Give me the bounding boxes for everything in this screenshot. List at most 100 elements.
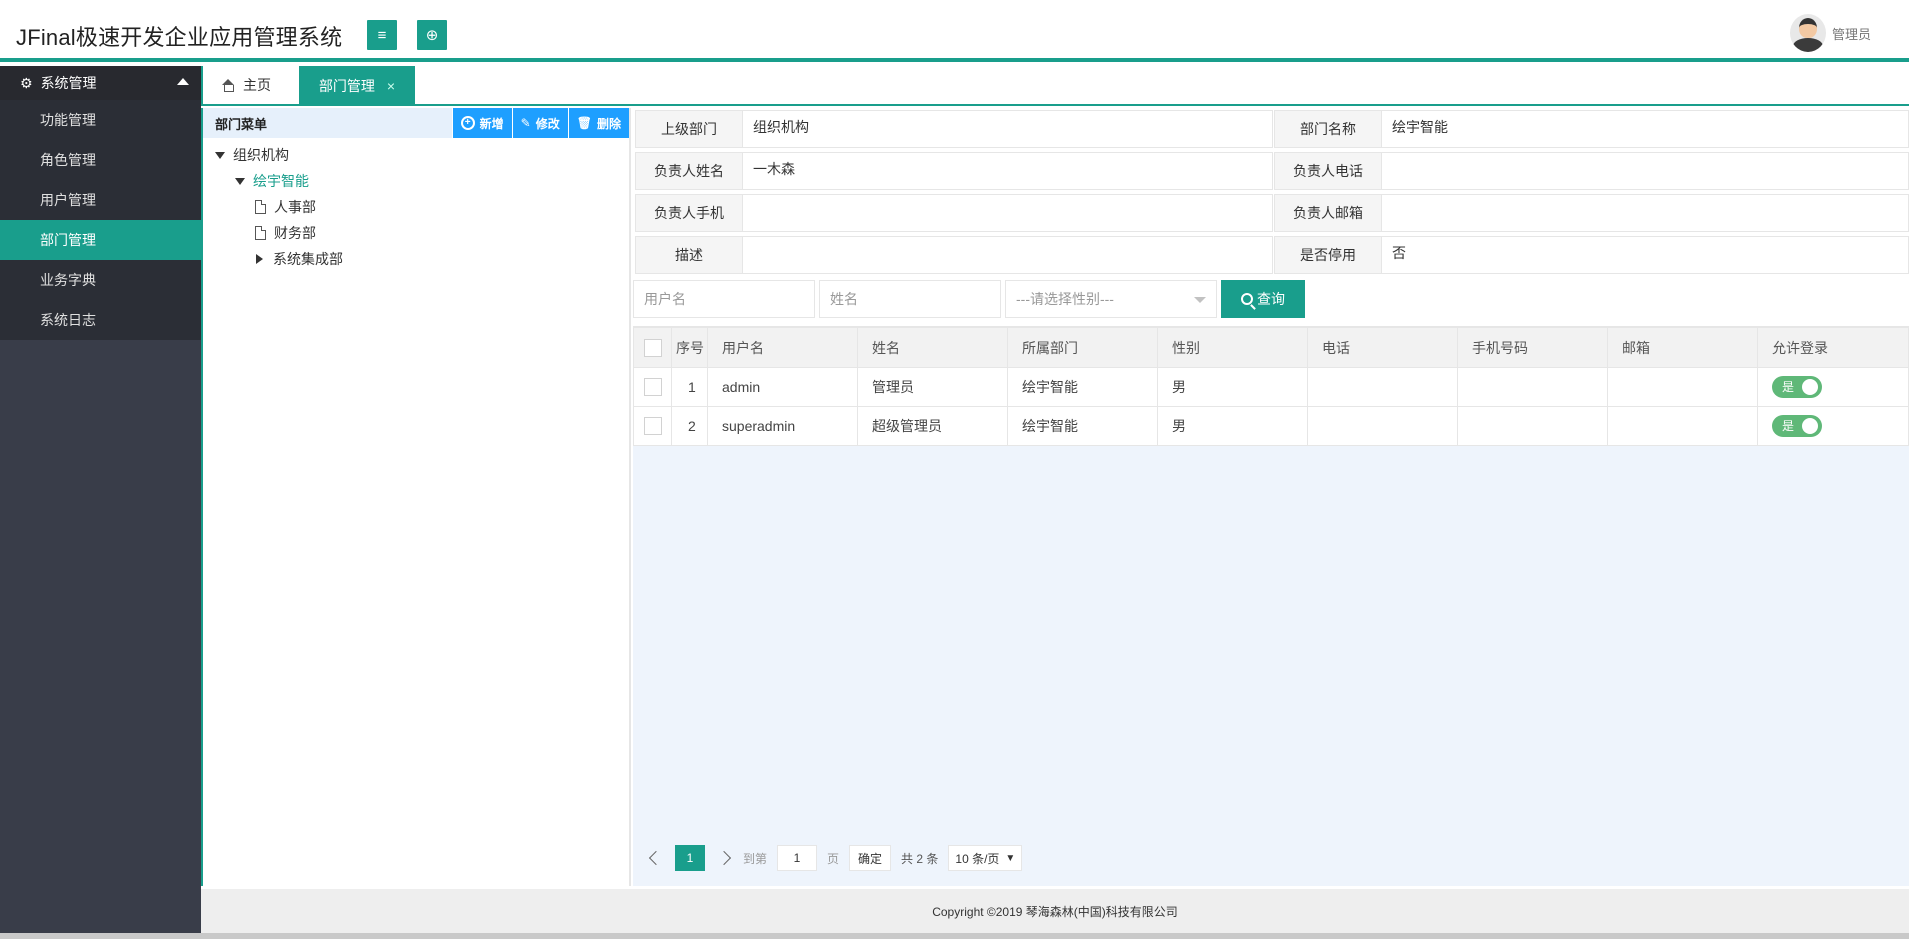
allow-login-toggle[interactable]: 是 bbox=[1772, 376, 1822, 398]
trash-icon: 🗑 bbox=[576, 116, 592, 130]
pencil-icon: ✎ bbox=[520, 116, 531, 130]
dept-name-label: 部门名称 bbox=[1274, 110, 1382, 148]
next-page-icon[interactable] bbox=[716, 850, 732, 866]
tree-toolbar: + 新增 ✎ 修改 🗑 删除 bbox=[451, 108, 629, 138]
user-name: 管理员 bbox=[1831, 26, 1871, 42]
goto-confirm-button[interactable]: 确定 bbox=[849, 845, 892, 871]
form-row: 负责人手机 负责人邮箱 bbox=[633, 192, 1909, 234]
tab-bar: 主页 部门管理 × bbox=[201, 66, 1909, 106]
expanded-caret-icon[interactable] bbox=[215, 151, 225, 159]
cell-index: 2 bbox=[671, 406, 708, 446]
globe-button[interactable]: ⊕ bbox=[417, 20, 447, 50]
table-row[interactable]: 2 superadmin 超级管理员 绘宇智能 男 是 bbox=[633, 406, 1909, 446]
gear-icon: ⚙ bbox=[20, 74, 33, 91]
cell-index: 1 bbox=[671, 367, 708, 407]
row-checkbox-cell bbox=[633, 367, 672, 407]
tab-departments[interactable]: 部门管理 × bbox=[299, 66, 415, 106]
sidebar-list: 功能管理 角色管理 用户管理 部门管理 业务字典 系统日志 bbox=[0, 100, 201, 340]
leader-name-label: 负责人姓名 bbox=[635, 152, 743, 190]
dept-name-field[interactable]: 绘宇智能 bbox=[1381, 110, 1909, 148]
delete-department-button[interactable]: 🗑 删除 bbox=[567, 108, 629, 138]
leader-phone-field[interactable] bbox=[1381, 152, 1909, 190]
avatar bbox=[1789, 14, 1826, 52]
dropdown-arrow-icon: ▼ bbox=[1005, 852, 1016, 864]
sidebar-item-logs[interactable]: 系统日志 bbox=[0, 300, 201, 340]
prev-page-icon[interactable] bbox=[648, 850, 664, 866]
col-username[interactable]: 用户名 bbox=[707, 327, 858, 368]
leader-email-field[interactable] bbox=[1381, 194, 1909, 232]
gender-select[interactable]: ---请选择性别--- bbox=[1005, 280, 1217, 318]
cell-name: 超级管理员 bbox=[857, 406, 1008, 446]
tree-node-root[interactable]: 组织机构 bbox=[203, 142, 629, 168]
tree-header: 部门菜单 + 新增 ✎ 修改 🗑 删除 bbox=[203, 108, 629, 138]
home-icon bbox=[221, 79, 235, 92]
document-icon bbox=[255, 200, 266, 214]
form-row: 负责人姓名 一木森 负责人电话 bbox=[633, 150, 1909, 192]
tree-node-leaf[interactable]: 财务部 bbox=[203, 220, 629, 246]
description-field[interactable] bbox=[742, 236, 1273, 274]
cell-username: superadmin bbox=[707, 406, 858, 446]
caret-up-icon bbox=[177, 78, 189, 85]
leader-mobile-field[interactable] bbox=[742, 194, 1273, 232]
col-allow-login[interactable]: 允许登录 bbox=[1757, 327, 1909, 368]
tree-node-collapsed[interactable]: 系统集成部 bbox=[203, 246, 629, 272]
col-phone[interactable]: 电话 bbox=[1307, 327, 1458, 368]
user-table: 序号 用户名 姓名 所属部门 性别 电话 手机号码 邮箱 允许登录 1 admi… bbox=[633, 327, 1909, 446]
table-row[interactable]: 1 admin 管理员 绘宇智能 男 是 bbox=[633, 367, 1909, 407]
select-all-checkbox[interactable] bbox=[644, 338, 662, 357]
cell-allow-login: 是 bbox=[1757, 367, 1909, 407]
sidebar-item-roles[interactable]: 角色管理 bbox=[0, 140, 201, 180]
tab-departments-label: 部门管理 bbox=[318, 78, 375, 94]
tree-node-leaf[interactable]: 人事部 bbox=[203, 194, 629, 220]
username-search-input[interactable]: 用户名 bbox=[633, 280, 815, 318]
sidebar-item-users[interactable]: 用户管理 bbox=[0, 180, 201, 220]
query-button[interactable]: 查询 bbox=[1221, 280, 1305, 318]
table-header-row: 序号 用户名 姓名 所属部门 性别 电话 手机号码 邮箱 允许登录 bbox=[633, 327, 1909, 368]
disabled-field[interactable]: 否 bbox=[1381, 236, 1909, 274]
goto-page-input[interactable]: 1 bbox=[777, 845, 818, 871]
gender-select-placeholder: ---请选择性别--- bbox=[1016, 291, 1114, 307]
expanded-caret-icon[interactable] bbox=[235, 177, 245, 185]
dropdown-arrow-icon bbox=[1194, 297, 1206, 303]
parent-dept-field[interactable]: 组织机构 bbox=[742, 110, 1273, 148]
add-label: 新增 bbox=[479, 116, 504, 131]
pagination: 1 到第 1 页 确定 共 2 条 10 条/页 ▼ bbox=[633, 843, 1023, 873]
sidebar-group-system[interactable]: ⚙ 系统管理 bbox=[0, 66, 201, 100]
page-size-select[interactable]: 10 条/页 ▼ bbox=[948, 845, 1023, 871]
col-name[interactable]: 姓名 bbox=[857, 327, 1008, 368]
menu-toggle-button[interactable]: ≡ bbox=[367, 20, 397, 50]
col-gender[interactable]: 性别 bbox=[1157, 327, 1308, 368]
department-tree: 组织机构 绘宇智能 人事部 财务部 系统集成部 bbox=[203, 138, 629, 272]
name-search-input[interactable]: 姓名 bbox=[819, 280, 1001, 318]
tree-node-selected[interactable]: 绘宇智能 bbox=[203, 168, 629, 194]
leader-phone-label: 负责人电话 bbox=[1274, 152, 1382, 190]
leader-name-field[interactable]: 一木森 bbox=[742, 152, 1273, 190]
bottom-strip bbox=[0, 933, 1909, 939]
description-label: 描述 bbox=[635, 236, 743, 274]
cell-phone bbox=[1307, 367, 1458, 407]
col-mobile[interactable]: 手机号码 bbox=[1457, 327, 1608, 368]
col-email[interactable]: 邮箱 bbox=[1607, 327, 1758, 368]
collapsed-caret-icon[interactable] bbox=[256, 254, 263, 264]
col-department[interactable]: 所属部门 bbox=[1007, 327, 1158, 368]
copyright-text: Copyright ©2019 琴海森林(中国)科技有限公司 bbox=[932, 904, 1178, 919]
tab-home[interactable]: 主页 bbox=[221, 66, 271, 104]
close-icon[interactable]: × bbox=[387, 78, 395, 94]
sidebar-item-functions[interactable]: 功能管理 bbox=[0, 100, 201, 140]
hamburger-icon: ≡ bbox=[377, 26, 387, 44]
allow-login-toggle[interactable]: 是 bbox=[1772, 415, 1822, 437]
tree-title: 部门菜单 bbox=[215, 116, 268, 132]
add-department-button[interactable]: + 新增 bbox=[451, 108, 512, 138]
department-form: 上级部门 组织机构 部门名称 绘宇智能 负责人姓名 一木森 负责人电话 负责人手… bbox=[633, 108, 1909, 276]
sidebar-item-departments[interactable]: 部门管理 bbox=[0, 220, 201, 260]
edit-department-button[interactable]: ✎ 修改 bbox=[511, 108, 568, 138]
row-checkbox[interactable] bbox=[644, 378, 662, 397]
top-header: JFinal极速开发企业应用管理系统 ≡ ⊕ 管理员 bbox=[0, 0, 1909, 62]
col-index[interactable]: 序号 bbox=[671, 327, 708, 368]
sidebar-item-dictionary[interactable]: 业务字典 bbox=[0, 260, 201, 300]
user-menu[interactable]: 管理员 bbox=[1789, 14, 1871, 52]
current-page[interactable]: 1 bbox=[675, 845, 705, 871]
globe-icon: ⊕ bbox=[425, 27, 439, 44]
query-label: 查询 bbox=[1257, 291, 1285, 307]
row-checkbox[interactable] bbox=[644, 417, 662, 436]
